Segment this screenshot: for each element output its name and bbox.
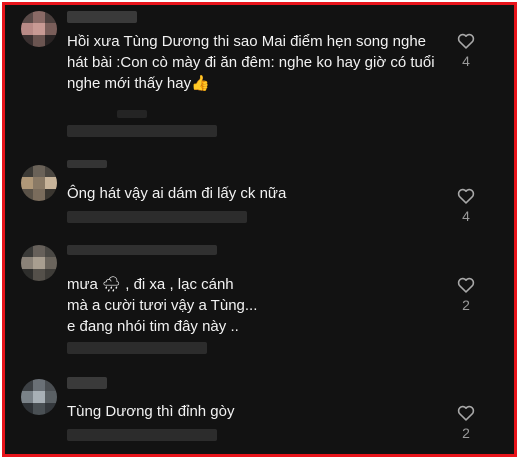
comment-meta-blurred <box>67 211 247 223</box>
comment-panel: Hồi xưa Tùng Dương thi sao Mai điểm hẹn … <box>2 2 517 457</box>
comment-meta-blurred <box>67 429 217 441</box>
like-count: 2 <box>462 425 470 441</box>
comment-text: mưa 🌧 , đi xa , lạc cánh mà a cười tươi … <box>67 276 258 335</box>
heart-outline-icon <box>457 405 475 421</box>
comment-text: Ông hát vậy ai dám đi lấy ck nữa <box>67 185 287 202</box>
heart-outline-icon <box>457 33 475 49</box>
avatar[interactable] <box>21 165 57 201</box>
heart-outline-icon <box>457 277 475 293</box>
username-blurred[interactable] <box>67 11 137 23</box>
like-button[interactable]: 2 <box>454 277 478 313</box>
comment-meta-blurred <box>67 342 207 354</box>
like-count: 2 <box>462 297 470 313</box>
like-button[interactable]: 4 <box>454 33 478 69</box>
like-count: 4 <box>462 208 470 224</box>
comment-text: Hồi xưa Tùng Dương thi sao Mai điểm hẹn … <box>67 33 435 92</box>
comment-meta-blurred <box>117 110 147 118</box>
like-count: 4 <box>462 53 470 69</box>
heart-outline-icon <box>457 188 475 204</box>
avatar[interactable] <box>21 245 57 281</box>
avatar[interactable] <box>21 379 57 415</box>
like-button[interactable]: 2 <box>454 405 478 441</box>
username-blurred[interactable] <box>67 377 107 389</box>
comment-meta-blurred <box>67 125 217 137</box>
like-button[interactable]: 4 <box>454 188 478 224</box>
comment-text: Tùng Dương thì đỉnh gòy <box>67 403 235 420</box>
avatar[interactable] <box>21 11 57 47</box>
username-blurred[interactable] <box>67 245 217 255</box>
username-blurred[interactable] <box>67 160 107 168</box>
